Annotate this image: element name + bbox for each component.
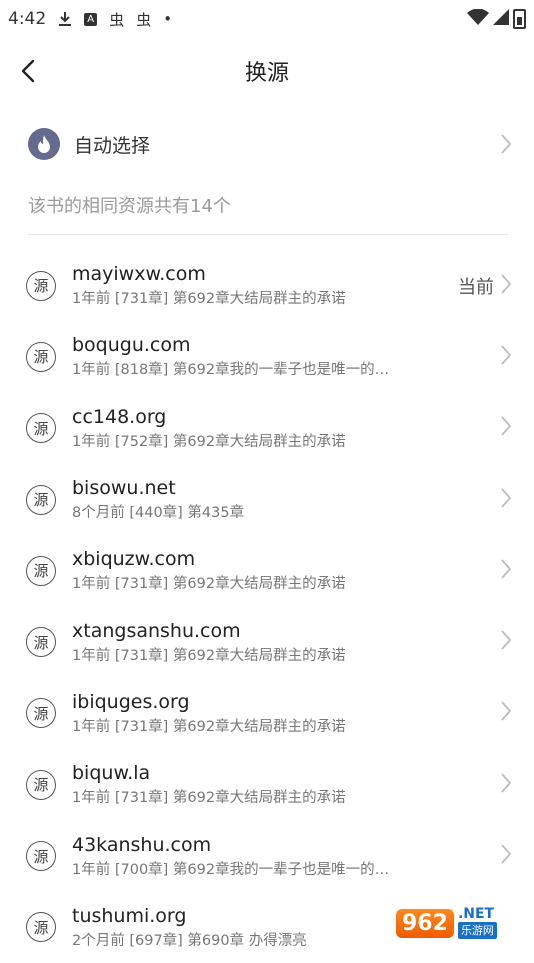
source-latest-chapter: 1年前 [700章] 第692章我的一辈子也是唯一的…: [72, 861, 390, 878]
source-item[interactable]: 源 xbiquzw.com 1年前 [731章] 第692章大结局群主的承诺: [0, 535, 534, 606]
wifi-icon: [467, 8, 489, 30]
watermark-net: .NET: [457, 906, 495, 922]
source-icon: 源: [26, 912, 56, 943]
status-time: 4:42: [8, 9, 47, 29]
source-latest-chapter: 1年前 [731章] 第692章大结局群主的承诺: [72, 647, 346, 664]
source-icon: 源: [26, 627, 56, 658]
page-title: 换源: [244, 61, 289, 86]
source-item[interactable]: 源 43kanshu.com 1年前 [700章] 第692章我的一辈子也是唯一…: [0, 820, 534, 891]
source-latest-chapter: 1年前 [818章] 第692章我的一辈子也是唯一的…: [72, 362, 390, 379]
source-domain: biquw.la: [72, 762, 151, 785]
bug-icon: 虫: [109, 10, 125, 29]
source-icon: 源: [26, 413, 56, 444]
source-latest-chapter: 1年前 [731章] 第692章大结局群主的承诺: [72, 576, 346, 593]
source-icon: 源: [26, 555, 56, 586]
source-item[interactable]: 源 cc148.org 1年前 [752章] 第692章大结局群主的承诺: [0, 393, 534, 464]
source-item[interactable]: 源 mayiwxw.com 1年前 [731章] 第692章大结局群主的承诺 当…: [0, 250, 534, 321]
status-notification-icons: A 虫 虫 •: [58, 9, 172, 30]
chevron-right-icon: [500, 629, 512, 655]
flame-icon: [28, 128, 60, 160]
bug-icon-2: 虫: [136, 10, 152, 29]
source-item[interactable]: 源 boqugu.com 1年前 [818章] 第692章我的一辈子也是唯一的…: [0, 321, 534, 392]
source-list: 源 mayiwxw.com 1年前 [731章] 第692章大结局群主的承诺 当…: [0, 250, 534, 963]
source-domain: ibiquges.org: [72, 690, 190, 713]
source-domain: mayiwxw.com: [72, 263, 206, 286]
source-item[interactable]: 源 xtangsanshu.com 1年前 [731章] 第692章大结局群主的…: [0, 606, 534, 677]
source-domain: 43kanshu.com: [72, 833, 212, 856]
chevron-right-icon: [500, 700, 512, 726]
source-domain: bisowu.net: [72, 477, 176, 500]
source-item[interactable]: 源 biquw.la 1年前 [731章] 第692章大结局群主的承诺: [0, 749, 534, 820]
back-button[interactable]: [14, 57, 42, 85]
status-system-icons: [467, 8, 526, 30]
source-domain: xtangsanshu.com: [72, 619, 241, 642]
more-notifications-dot: •: [163, 10, 173, 28]
chevron-right-icon: [500, 558, 512, 584]
source-icon: 源: [26, 769, 56, 800]
chevron-right-icon: [500, 415, 512, 441]
a-notification-icon: A: [84, 12, 98, 26]
watermark-site-name: 乐游网: [457, 922, 497, 939]
status-bar: 4:42 A 虫 虫 •: [0, 0, 534, 38]
source-domain: boqugu.com: [72, 334, 191, 357]
source-icon: 源: [26, 270, 56, 301]
download-icon: [58, 11, 72, 27]
current-source-badge: 当前: [458, 276, 494, 298]
chevron-right-icon: [500, 772, 512, 798]
auto-select-label: 自动选择: [74, 134, 151, 157]
source-count-caption: 该书的相同资源共有14个: [28, 196, 231, 217]
chevron-right-icon: [500, 487, 512, 513]
chevron-left-icon: [21, 59, 35, 83]
chevron-right-icon: [500, 843, 512, 869]
source-icon: 源: [26, 341, 56, 372]
source-domain: tushumi.org: [72, 904, 187, 927]
source-latest-chapter: 1年前 [731章] 第692章大结局群主的承诺: [72, 291, 346, 308]
source-icon: 源: [26, 841, 56, 872]
chevron-right-icon: [500, 344, 512, 370]
source-latest-chapter: 2个月前 [697章] 第690章 办得漂亮: [72, 932, 307, 949]
source-icon: 源: [26, 698, 56, 729]
chevron-right-icon: [500, 133, 512, 155]
source-latest-chapter: 1年前 [752章] 第692章大结局群主的承诺: [72, 433, 346, 450]
source-domain: cc148.org: [72, 405, 167, 428]
signal-icon: [493, 8, 509, 30]
app-bar: 换源: [0, 38, 534, 104]
divider: [28, 234, 508, 235]
battery-icon: [513, 9, 526, 29]
source-item[interactable]: 源 bisowu.net 8个月前 [440章] 第435章: [0, 464, 534, 535]
watermark-badge: 962: [396, 908, 454, 938]
source-latest-chapter: 1年前 [731章] 第692章大结局群主的承诺: [72, 790, 346, 807]
source-latest-chapter: 1年前 [731章] 第692章大结局群主的承诺: [72, 718, 346, 735]
auto-select-row[interactable]: 自动选择: [0, 116, 534, 172]
chevron-right-icon: [500, 273, 512, 299]
source-latest-chapter: 8个月前 [440章] 第435章: [72, 505, 245, 522]
source-item[interactable]: 源 ibiquges.org 1年前 [731章] 第692章大结局群主的承诺: [0, 678, 534, 749]
watermark-logo: 962 .NET 乐游网: [396, 901, 526, 945]
source-domain: xbiquzw.com: [72, 548, 196, 571]
source-icon: 源: [26, 484, 56, 515]
